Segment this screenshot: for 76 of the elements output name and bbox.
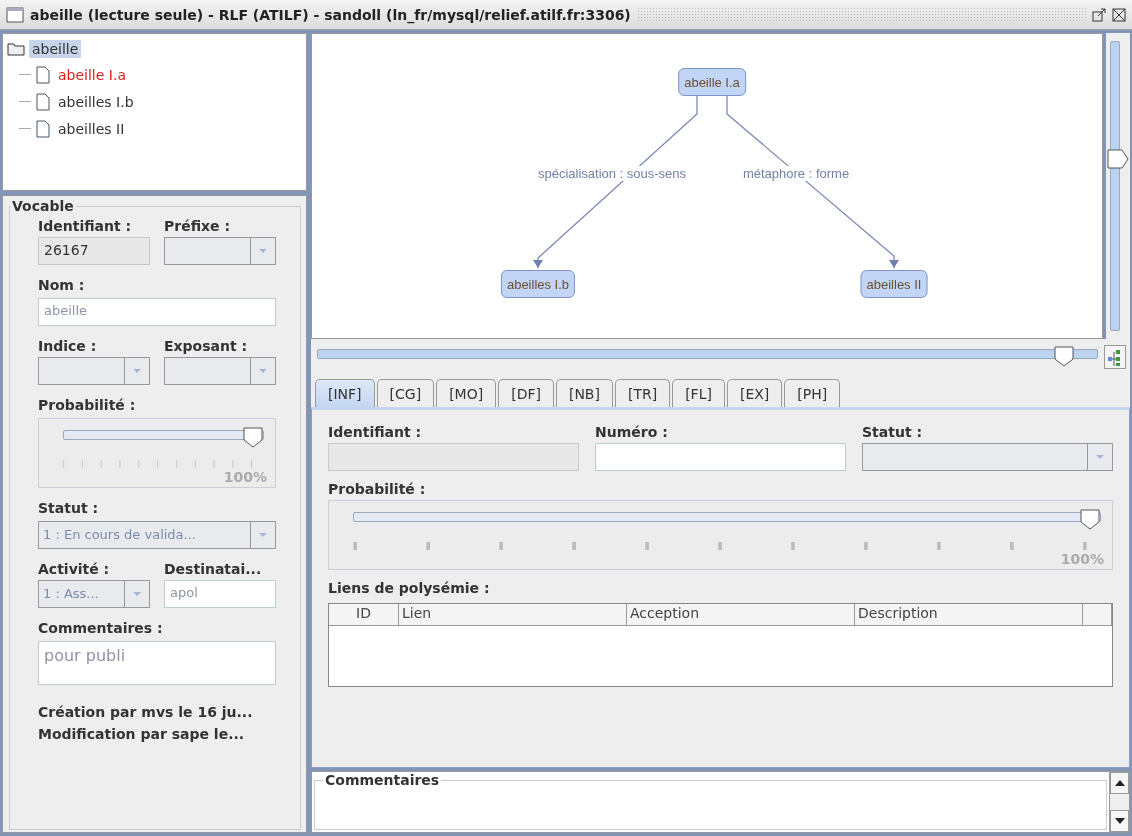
- slider-reading: 100%: [223, 469, 267, 485]
- slider-reading: 100%: [1060, 551, 1104, 567]
- scroll-down-button[interactable]: [1110, 810, 1129, 832]
- caret-icon: [258, 248, 268, 254]
- up-arrow-icon: [1114, 780, 1125, 786]
- caret-icon: [132, 368, 142, 374]
- field-label: Destinatai...: [164, 561, 263, 577]
- id-field[interactable]: 26167: [38, 237, 150, 265]
- tree-item[interactable]: abeille I.a: [55, 65, 129, 84]
- field-label: Statut :: [862, 424, 924, 440]
- slider-thumb[interactable]: [1079, 509, 1101, 531]
- status-dropdown[interactable]: [862, 443, 1113, 471]
- field-label: Statut :: [38, 500, 100, 516]
- file-icon: [36, 65, 50, 84]
- scroll-up-button[interactable]: [1110, 772, 1129, 794]
- column-header[interactable]: Description: [855, 604, 1083, 626]
- caret-icon: [132, 591, 142, 597]
- tree-item[interactable]: abeilles II: [55, 119, 128, 138]
- field-label: Nom :: [38, 277, 86, 293]
- file-icon: [36, 92, 50, 111]
- layout-icon[interactable]: [1104, 345, 1126, 369]
- number-field[interactable]: [595, 443, 846, 471]
- tab[interactable]: [FL]: [672, 379, 725, 407]
- graph-node[interactable]: abeille I.a: [678, 68, 746, 96]
- field-label: Identifiant :: [328, 424, 423, 440]
- field-label: Probabilité :: [38, 397, 137, 413]
- tab[interactable]: [CG]: [376, 379, 435, 407]
- column-header[interactable]: ID: [329, 604, 399, 626]
- tab[interactable]: [INF]: [315, 379, 375, 407]
- field-label: Probabilité :: [328, 481, 427, 497]
- slider-thumb[interactable]: [1107, 148, 1129, 171]
- down-arrow-icon: [1114, 818, 1125, 824]
- edge-label: métaphore : forme: [740, 166, 852, 181]
- tab[interactable]: [DF]: [498, 379, 554, 407]
- prefix-dropdown[interactable]: [164, 237, 276, 265]
- field-label: Exposant :: [164, 338, 249, 354]
- file-icon: [36, 119, 50, 138]
- maximize-icon[interactable]: [1092, 7, 1106, 22]
- history-text: Modification par sape le...: [38, 725, 246, 744]
- slider-thumb[interactable]: [1053, 346, 1076, 368]
- zoom-slider-track[interactable]: [317, 346, 1098, 368]
- field-label: Numéro :: [595, 424, 669, 440]
- slider-track[interactable]: [63, 427, 264, 449]
- caret-icon: [1095, 454, 1105, 460]
- graph-node[interactable]: abeilles II: [860, 270, 928, 298]
- tab[interactable]: [NB]: [555, 379, 613, 407]
- graph-node[interactable]: abeilles I.b: [500, 270, 576, 298]
- tree-item[interactable]: abeilles I.b: [55, 92, 137, 111]
- tab[interactable]: [EX]: [726, 379, 783, 407]
- exponent-dropdown[interactable]: [164, 357, 276, 385]
- folder-icon: [7, 42, 25, 56]
- tree-item[interactable]: abeille: [29, 40, 82, 58]
- field-label: Activité :: [38, 561, 111, 577]
- edge-label: spécialisation : sous-sens: [535, 166, 689, 181]
- tab[interactable]: [PH]: [784, 379, 841, 407]
- tab[interactable]: [TR]: [614, 379, 671, 407]
- group-title: Vocable: [11, 198, 75, 214]
- field-label: Indice :: [38, 338, 98, 354]
- slider-thumb[interactable]: [242, 427, 264, 449]
- field-label: Liens de polysémie :: [328, 580, 491, 596]
- field-label: Préfixe :: [164, 218, 232, 234]
- caret-icon: [258, 368, 268, 374]
- window-icon: [6, 6, 24, 23]
- index-dropdown[interactable]: [38, 357, 150, 385]
- field-label: Identifiant :: [38, 218, 133, 234]
- close-icon[interactable]: [1112, 7, 1126, 22]
- column-header[interactable]: Lien: [399, 604, 627, 626]
- history-text: Création par mvs le 16 ju...: [38, 703, 254, 722]
- group-title: Commentaires: [324, 772, 441, 788]
- slider-track[interactable]: [353, 509, 1101, 531]
- column-header[interactable]: Acception: [627, 604, 855, 626]
- tab[interactable]: [MO]: [436, 379, 497, 407]
- id-field[interactable]: [328, 443, 579, 471]
- window-title: abeille (lecture seule) - RLF (ATILF) - sandoll (ln_fr/mysql/relief.atilf.fr:3306): [30, 6, 631, 23]
- caret-icon: [258, 532, 268, 538]
- field-label: Commentaires :: [38, 620, 164, 636]
